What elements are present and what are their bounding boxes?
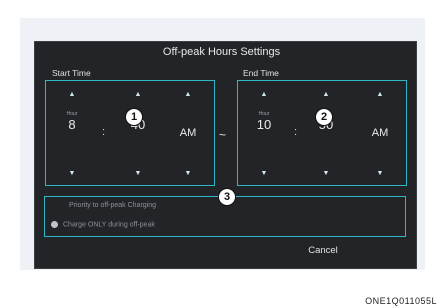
end-hour-column: ▲ Hour 10 ▼ (244, 81, 284, 185)
figure-caption: ONE1Q011055L (365, 296, 437, 306)
time-range-separator: ~ (219, 128, 227, 142)
start-minute-column: ▲ Min 40 ▼ (118, 81, 158, 185)
start-ampm-column: ▲ AM ▼ (168, 81, 208, 185)
start-time-panel: ▲ Hour 8 ▼ : ▲ Min 40 ▼ ▲ AM ▼ (45, 80, 215, 186)
start-hour-column: ▲ Hour 8 ▼ (52, 81, 92, 185)
end-ampm-value: AM (371, 127, 389, 139)
start-hour-up-button[interactable]: ▲ (69, 91, 76, 98)
dialog-title: Off-peak Hours Settings (162, 46, 281, 58)
end-minute-up-button[interactable]: ▲ (323, 91, 330, 98)
charge-only-offpeak-option[interactable]: Charge ONLY during off-peak (51, 221, 155, 228)
end-ampm-up-button[interactable]: ▲ (377, 91, 384, 98)
callout-3: 3 (218, 188, 236, 206)
end-time-panel: ▲ Hour 10 ▼ : ▲ Min 50 ▼ ▲ AM ▼ (237, 80, 407, 186)
callout-2: 2 (315, 108, 333, 126)
cancel-button[interactable]: Cancel (278, 245, 368, 256)
start-time-colon: : (102, 126, 106, 138)
end-time-label: End Time (243, 68, 279, 78)
priority-offpeak-option[interactable]: Priority to off-peak Charging (69, 202, 156, 209)
end-minute-column: ▲ Min 50 ▼ (306, 81, 346, 185)
start-hour-down-button[interactable]: ▼ (69, 170, 76, 177)
start-hour-value: 8 (68, 117, 76, 132)
end-hour-up-button[interactable]: ▲ (261, 91, 268, 98)
charge-only-offpeak-label: Charge ONLY during off-peak (63, 221, 155, 229)
callout-1: 1 (125, 108, 143, 126)
end-hour-value: 10 (256, 117, 272, 132)
start-ampm-down-button[interactable]: ▼ (185, 170, 192, 177)
end-time-colon: : (294, 126, 298, 138)
end-ampm-down-button[interactable]: ▼ (377, 170, 384, 177)
start-ampm-up-button[interactable]: ▲ (185, 91, 192, 98)
start-ampm-value: AM (179, 127, 197, 139)
radio-selected-icon (51, 221, 58, 228)
end-hour-down-button[interactable]: ▼ (261, 170, 268, 177)
start-time-label: Start Time (52, 68, 91, 78)
end-ampm-column: ▲ AM ▼ (360, 81, 400, 185)
start-minute-up-button[interactable]: ▲ (135, 91, 142, 98)
end-minute-down-button[interactable]: ▼ (323, 170, 330, 177)
start-minute-down-button[interactable]: ▼ (135, 170, 142, 177)
